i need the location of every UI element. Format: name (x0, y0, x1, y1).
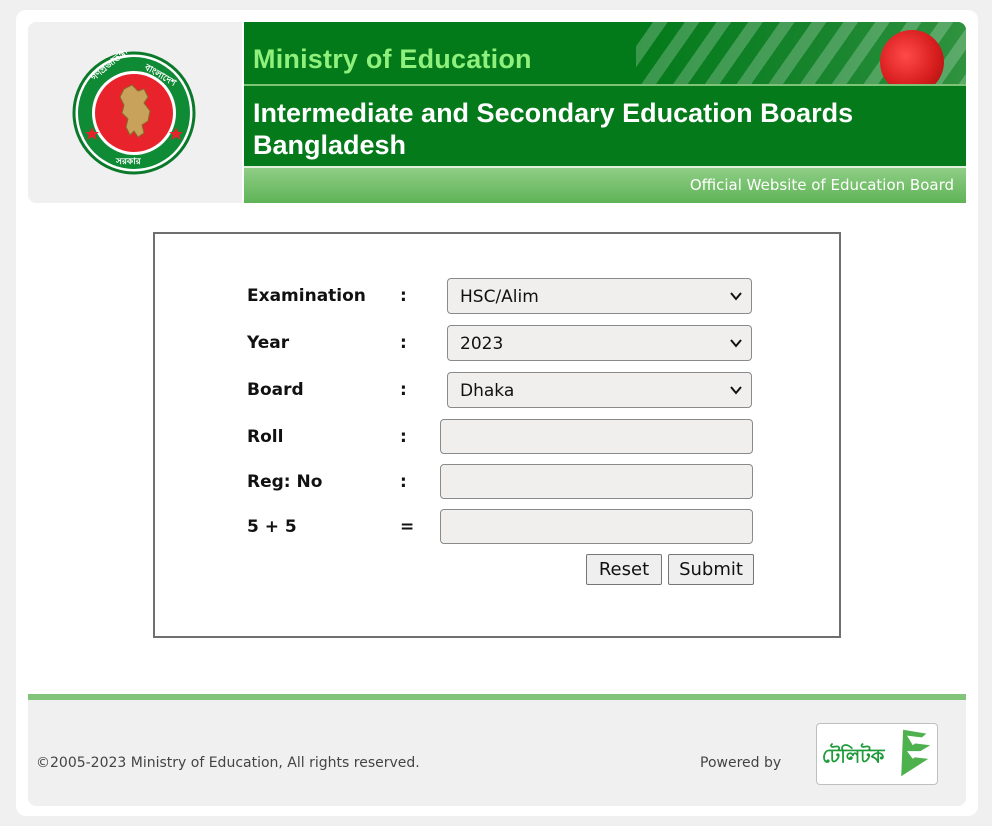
reg-no-input[interactable] (440, 464, 753, 499)
result-form: Examination : HSC/Alim Year : 2023 Board… (153, 232, 841, 638)
header-banner: Ministry of Education Intermediate and S… (244, 22, 966, 203)
reg-no-label: Reg: No (247, 472, 323, 492)
examination-row: Examination : HSC/Alim (155, 278, 839, 316)
banner-top: Ministry of Education (244, 22, 966, 84)
copyright-text: ©2005-2023 Ministry of Education, All ri… (36, 755, 420, 771)
government-seal-icon: গণপ্রজাতন্ত্রী বাংলাদেশ সরকার (72, 51, 196, 175)
board-label: Board (247, 380, 304, 400)
reset-button[interactable]: Reset (586, 554, 662, 585)
captcha-label: 5 + 5 (247, 517, 297, 537)
svg-text:সরকার: সরকার (115, 157, 142, 167)
examination-label: Examination (247, 286, 366, 306)
tagline-bar: Official Website of Education Board (244, 168, 966, 203)
chevron-down-icon (730, 292, 742, 301)
examination-select[interactable]: HSC/Alim (447, 278, 752, 314)
submit-button[interactable]: Submit (668, 554, 754, 585)
chevron-down-icon (730, 386, 742, 395)
board-title: Intermediate and Secondary Education Boa… (253, 98, 854, 160)
roll-input[interactable] (440, 419, 753, 454)
board-row: Board : Dhaka (155, 372, 839, 410)
year-label: Year (247, 333, 290, 353)
teletalk-logo-icon[interactable]: টেলিটক (816, 723, 938, 785)
captcha-input[interactable] (440, 509, 753, 544)
year-row: Year : 2023 (155, 325, 839, 363)
board-title-panel: Intermediate and Secondary Education Boa… (244, 86, 966, 166)
captcha-row: 5 + 5 = (155, 509, 839, 547)
board-select[interactable]: Dhaka (447, 372, 752, 408)
roll-row: Roll : (155, 419, 839, 457)
site-header: গণপ্রজাতন্ত্রী বাংলাদেশ সরকার Ministry o… (28, 22, 966, 203)
year-select[interactable]: 2023 (447, 325, 752, 361)
roll-label: Roll (247, 427, 284, 447)
page-container: গণপ্রজাতন্ত্রী বাংলাদেশ সরকার Ministry o… (16, 10, 978, 816)
site-footer: ©2005-2023 Ministry of Education, All ri… (28, 700, 966, 806)
reg-no-row: Reg: No : (155, 464, 839, 502)
ministry-title: Ministry of Education (253, 44, 532, 74)
chevron-down-icon (730, 339, 742, 348)
logo-panel: গণপ্রজাতন্ত্রী বাংলাদেশ সরকার (28, 22, 242, 203)
tagline: Official Website of Education Board (689, 176, 954, 194)
powered-by-label: Powered by (700, 755, 782, 771)
svg-text:টেলিটক: টেলিটক (822, 744, 885, 768)
